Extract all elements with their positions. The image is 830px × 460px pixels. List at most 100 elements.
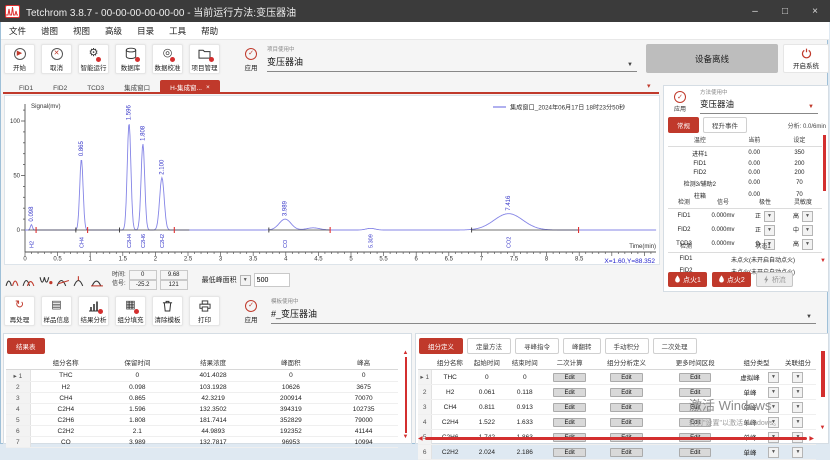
close-button[interactable]: × [800,0,830,22]
valley-peaks-icon[interactable]: .k{fill:none;stroke:#333;stroke-width:1}… [38,271,54,289]
table-row[interactable]: 2H20.0610.118EditEditEdit单峰▼▼ [418,385,816,400]
tab-组分定义[interactable]: 组分定义 [419,338,463,354]
dropdown-icon[interactable]: ▼ [764,211,775,222]
edit-time-ranges-button[interactable]: Edit [679,403,711,412]
overlapping-peaks-icon[interactable]: .k{fill:none;stroke:#333;stroke-width:1}… [21,271,37,289]
definition-horizontal-scrollbar[interactable]: ◀▶ [418,435,814,442]
linked-component-dropdown-icon[interactable]: ▼ [792,387,803,398]
component-type-dropdown-icon[interactable]: ▼ [768,387,779,398]
table-row[interactable]: 4C2H41.596132.3502394319102735 [6,404,398,415]
table-row[interactable]: FID20.00200 [668,168,822,177]
edit-analysis-def-button[interactable]: Edit [610,373,642,382]
power-on-button[interactable]: 开启系统 [783,44,829,73]
table-row[interactable]: 4C2H41.5221.633EditEditEdit单峰▼▼ [418,415,816,430]
table-row[interactable]: 2H20.098103.1928106263675 [6,382,398,393]
tab-手动积分[interactable]: 手动积分 [605,338,649,354]
peak-start-marker-icon[interactable]: .k{fill:none;stroke:#333;stroke-width:1}… [72,271,88,289]
project-manage-button[interactable]: 项目管理 [189,44,220,74]
apply-method-button[interactable]: ✓ 应用 [669,91,691,113]
edit-secondary-calc-button[interactable]: Edit [553,448,585,457]
print-button[interactable]: 打印 [189,296,220,326]
chevron-down-icon[interactable]: ▼ [808,104,814,110]
table-row[interactable]: FID20.000mv正▼中▼ [668,223,822,237]
component-type-dropdown-icon[interactable]: ▼ [768,372,779,383]
edit-time-ranges-button[interactable]: Edit [679,373,711,382]
apply-template-button[interactable]: ✓ 应用 [238,296,264,326]
tab-general[interactable]: 常规 [668,117,699,133]
min-peak-area-input[interactable] [254,273,290,287]
table-row[interactable]: ▸ 1THC0401.402800 [6,370,398,382]
clear-template-button[interactable]: 清除模板 [152,296,183,326]
chevron-down-icon[interactable]: ▼ [806,314,812,320]
sample-info-button[interactable]: ▤ 样品信息 [41,296,72,326]
linked-component-dropdown-icon[interactable]: ▼ [792,402,803,413]
reprocess-button[interactable]: ↻ 再处理 [4,296,35,326]
component-fill-button[interactable]: ▦ 组分填充 [115,296,146,326]
tab-close-icon[interactable]: × [206,84,210,91]
menu-item-高级[interactable]: 高级 [105,25,122,37]
table-row[interactable]: 6C2H22.144.989319235241144 [6,426,398,437]
menu-item-帮助[interactable]: 帮助 [201,25,218,37]
tabs-overflow-icon[interactable]: ▾ [647,82,651,90]
peak-end-marker-icon[interactable]: .k{fill:none;stroke:#333;stroke-width:1}… [89,271,105,289]
dropdown-icon[interactable]: ▼ [764,225,775,236]
edit-secondary-calc-button[interactable]: Edit [553,373,585,382]
table-row[interactable]: FID10.00200 [668,159,822,168]
linked-component-dropdown-icon[interactable]: ▼ [792,447,803,458]
tab-temp-program[interactable]: 程升事件 [703,117,747,133]
table-row[interactable]: 检测3/辅助20.0070 [668,177,822,189]
menu-item-谱图[interactable]: 谱图 [41,25,58,37]
component-type-dropdown-icon[interactable]: ▼ [768,417,779,428]
tab-寻峰指令[interactable]: 寻峰指令 [515,338,559,354]
minimize-button[interactable]: – [740,0,770,22]
ignite-2-button[interactable]: 点火2 [712,272,751,287]
menu-item-目录[interactable]: 目录 [137,25,154,37]
tab-峰翻转[interactable]: 峰翻转 [563,338,601,354]
start-button[interactable]: ▶ 开始 [4,44,35,74]
bridge-current-button[interactable]: 桥流 [756,272,793,287]
edit-secondary-calc-button[interactable]: Edit [553,403,585,412]
tailing-peak-icon[interactable]: .k{fill:none;stroke:#333;stroke-width:1}… [55,271,71,289]
dropdown-icon[interactable]: ▼ [802,225,813,236]
min-peak-area-dropdown-icon[interactable]: ▼ [240,275,251,286]
table-row[interactable]: FID10.000mv正▼高▼ [668,209,822,224]
results-vertical-scrollbar[interactable]: ▲▼ [401,350,410,440]
table-row[interactable]: 进样10.00350 [668,147,822,160]
peaks-compare-icon[interactable]: .k{fill:none;stroke:#333;stroke-width:1}… [4,271,20,289]
database-button[interactable]: 数据库 [115,44,146,74]
table-row[interactable]: FID1未点火(未开启自动点火) [668,253,822,266]
apply-project-button[interactable]: ✓ 应用 [238,44,264,74]
table-row[interactable]: 6C2H22.0242.186EditEditEdit单峰▼▼ [418,445,816,460]
edit-analysis-def-button[interactable]: Edit [610,448,642,457]
template-select[interactable]: 模板使用中 #_变压器油 ▼ [271,297,816,324]
table-row[interactable]: 3CH40.8110.913EditEditEdit单峰▼▼ [418,400,816,415]
tab-二次处理[interactable]: 二次处理 [653,338,697,354]
device-status-button[interactable]: 设备离线 [646,44,778,73]
result-analysis-button[interactable]: 结果分析 [78,296,109,326]
edit-analysis-def-button[interactable]: Edit [610,403,642,412]
edit-secondary-calc-button[interactable]: Edit [553,418,585,427]
menu-item-文件[interactable]: 文件 [9,25,26,37]
table-row[interactable]: 3CH40.86542.321920091470070 [6,393,398,404]
method-scrollbar-thumb[interactable] [823,135,826,191]
edit-secondary-calc-button[interactable]: Edit [553,388,585,397]
restore-button[interactable]: □ [770,0,800,22]
menu-item-工具[interactable]: 工具 [169,25,186,37]
project-select[interactable]: 项目使用中 变压器油 ▼ [267,45,637,72]
chevron-down-icon[interactable]: ▼ [627,62,633,68]
method-select[interactable]: 方法使用中 变压器油 ▼ [700,88,818,114]
cancel-button[interactable]: ✕ 取消 [41,44,72,74]
edit-time-ranges-button[interactable]: Edit [679,388,711,397]
linked-component-dropdown-icon[interactable]: ▼ [792,372,803,383]
edit-time-ranges-button[interactable]: Edit [679,418,711,427]
edit-analysis-def-button[interactable]: Edit [610,388,642,397]
edit-analysis-def-button[interactable]: Edit [610,418,642,427]
scroll-down-icon[interactable]: ▼ [820,258,826,264]
linked-component-dropdown-icon[interactable]: ▼ [792,417,803,428]
component-type-dropdown-icon[interactable]: ▼ [768,402,779,413]
chromatogram-panel[interactable]: 05010000.511.522.533.544.555.566.577.588… [4,95,660,265]
component-type-dropdown-icon[interactable]: ▼ [768,447,779,458]
tab-results-table[interactable]: 结果表 [7,338,45,354]
edit-time-ranges-button[interactable]: Edit [679,448,711,457]
ignite-1-button[interactable]: 点火1 [668,272,707,287]
